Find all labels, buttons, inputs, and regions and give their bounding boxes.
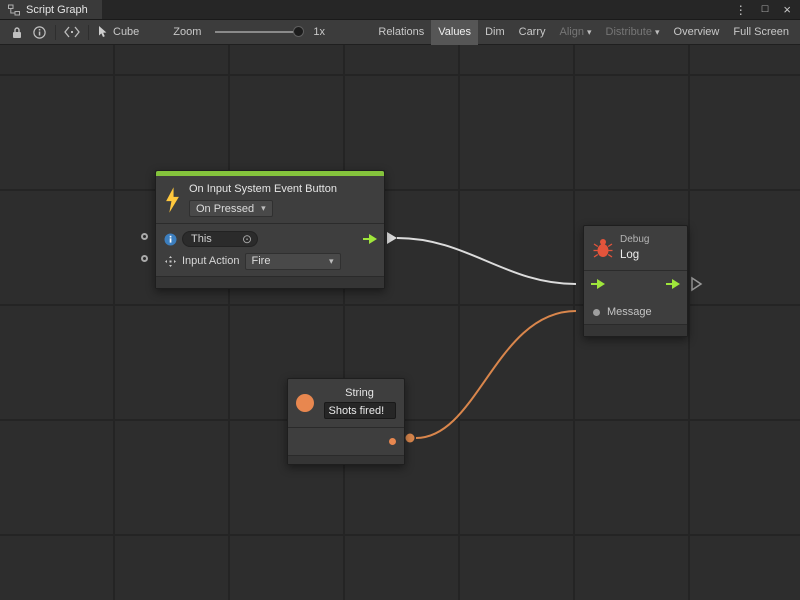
wire-string-to-message[interactable] xyxy=(416,311,576,438)
graph-target-label: Cube xyxy=(113,26,139,38)
align-button[interactable]: Align▾ xyxy=(553,20,599,45)
string-value-input[interactable] xyxy=(324,402,396,419)
this-object-field[interactable]: This ⊙ xyxy=(182,231,258,247)
overview-button[interactable]: Overview xyxy=(667,20,727,45)
this-row: This ⊙ xyxy=(156,228,384,250)
dropdown-arrow-icon: ▾ xyxy=(261,203,266,214)
flow-output-port[interactable] xyxy=(362,233,378,245)
dim-label: Dim xyxy=(485,26,505,38)
close-icon[interactable]: × xyxy=(783,3,791,16)
debug-node-footer xyxy=(584,324,687,336)
fullscreen-label: Full Screen xyxy=(733,26,789,38)
this-value-port[interactable] xyxy=(141,233,148,240)
align-label: Align xyxy=(560,26,584,38)
fullscreen-button[interactable]: Full Screen xyxy=(726,20,796,45)
toolbar-separator xyxy=(88,25,89,40)
insert-unit-icon[interactable] xyxy=(61,20,83,45)
string-node-body xyxy=(288,427,404,455)
carry-label: Carry xyxy=(519,26,546,38)
distribute-label: Distribute xyxy=(606,26,652,38)
lightning-bolt-icon xyxy=(164,187,181,213)
tab-title: Script Graph xyxy=(26,4,88,16)
toolbar: Cube Zoom 1x Relations Values Dim Carry … xyxy=(0,20,800,45)
info-icon[interactable] xyxy=(28,20,50,45)
graph-target[interactable]: Cube xyxy=(94,26,147,38)
input-action-icon xyxy=(164,255,177,268)
titlebar-spacer xyxy=(102,0,735,19)
relations-button[interactable]: Relations xyxy=(371,20,431,45)
input-action-value-port[interactable] xyxy=(141,255,148,262)
relations-label: Relations xyxy=(378,26,424,38)
bug-icon xyxy=(593,237,613,259)
string-output-port[interactable] xyxy=(389,438,396,445)
window-menu-icon[interactable]: ⋮ xyxy=(735,4,747,16)
input-action-label: Input Action xyxy=(182,255,240,267)
toolbar-separator xyxy=(55,25,56,40)
debug-node-header: Debug Log xyxy=(584,226,687,270)
dim-button[interactable]: Dim xyxy=(478,20,512,45)
event-output-arrow[interactable] xyxy=(387,232,397,244)
flow-input-port[interactable] xyxy=(590,278,606,293)
node-string[interactable]: String xyxy=(287,378,405,465)
values-button[interactable]: Values xyxy=(431,20,478,45)
on-pressed-value: On Pressed xyxy=(196,203,254,215)
fire-value: Fire xyxy=(252,255,271,267)
zoom-slider-knob[interactable] xyxy=(293,26,304,37)
fire-dropdown[interactable]: Fire ▾ xyxy=(245,253,341,270)
carry-button[interactable]: Carry xyxy=(512,20,553,45)
dropdown-arrow-icon: ▾ xyxy=(329,256,334,267)
window-titlebar: Script Graph ⋮ □ × xyxy=(0,0,800,20)
distribute-button[interactable]: Distribute▾ xyxy=(599,20,667,45)
string-output-dot[interactable] xyxy=(406,434,415,443)
graph-canvas[interactable]: On Input System Event Button On Pressed … xyxy=(0,45,800,600)
string-node-header: String xyxy=(288,379,404,427)
event-node-rows: This ⊙ Input Action xyxy=(156,223,384,276)
object-picker-icon[interactable]: ⊙ xyxy=(242,233,252,245)
event-node-header: On Input System Event Button On Pressed … xyxy=(156,176,384,223)
node-on-input-system-event-button[interactable]: On Input System Event Button On Pressed … xyxy=(155,170,385,289)
string-type-icon xyxy=(296,394,314,412)
window-controls: ⋮ □ × xyxy=(735,0,800,19)
string-node-title: String xyxy=(345,387,374,399)
on-pressed-dropdown[interactable]: On Pressed ▾ xyxy=(189,200,273,217)
message-row: Message xyxy=(584,300,687,324)
cursor-icon xyxy=(98,26,108,38)
flow-output-port[interactable] xyxy=(665,278,681,293)
event-node-footer xyxy=(156,276,384,288)
input-action-row: Input Action Fire ▾ xyxy=(156,250,384,272)
values-label: Values xyxy=(438,26,471,38)
lock-icon[interactable] xyxy=(6,20,28,45)
zoom-label: Zoom xyxy=(173,26,201,38)
zoom-slider[interactable] xyxy=(215,31,301,33)
message-port-dot[interactable] xyxy=(593,309,600,316)
maximize-icon[interactable]: □ xyxy=(762,4,769,15)
wire-event-to-log[interactable] xyxy=(397,238,576,284)
event-node-title: On Input System Event Button xyxy=(189,182,337,196)
tab-script-graph[interactable]: Script Graph xyxy=(0,0,102,19)
graph-icon xyxy=(8,4,20,16)
this-label: This xyxy=(191,233,212,245)
string-node-footer xyxy=(288,455,404,464)
debug-flow-row xyxy=(584,270,687,300)
message-label: Message xyxy=(607,306,652,318)
overview-label: Overview xyxy=(674,26,720,38)
zoom-control: Zoom 1x xyxy=(173,26,325,38)
dropdown-arrow-icon: ▾ xyxy=(587,27,592,38)
debug-node-title: Log xyxy=(620,248,649,262)
zoom-value: 1x xyxy=(313,26,325,38)
node-debug-log[interactable]: Debug Log Message xyxy=(583,225,688,337)
dropdown-arrow-icon: ▾ xyxy=(655,27,660,38)
toolbar-buttons: Relations Values Dim Carry Align▾ Distri… xyxy=(371,20,796,45)
debug-node-category: Debug xyxy=(620,234,649,246)
this-icon xyxy=(164,233,177,246)
log-flow-continue-arrow[interactable] xyxy=(692,278,701,290)
